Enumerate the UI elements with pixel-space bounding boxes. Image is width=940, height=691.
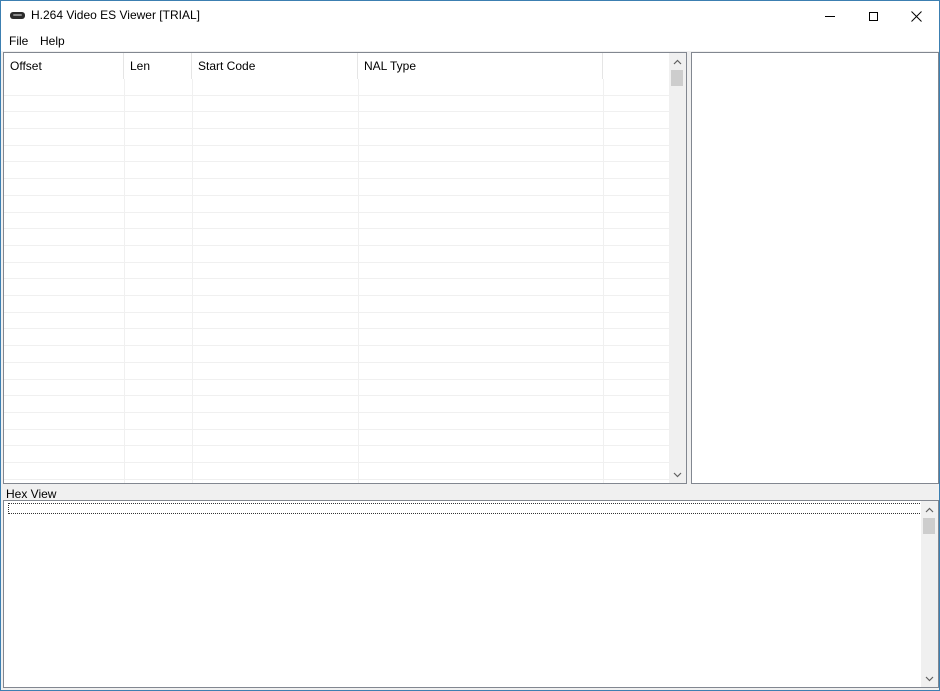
empty-list-row	[4, 380, 669, 397]
maximize-icon	[868, 11, 878, 21]
app-window: H.264 Video ES Viewer [TRIAL] File Help …	[0, 0, 940, 691]
empty-list-row	[4, 330, 669, 347]
maximize-button[interactable]	[850, 1, 896, 31]
hex-scroll-down-button[interactable]	[921, 670, 938, 687]
empty-list-row	[4, 79, 669, 96]
column-header-filler	[603, 53, 669, 79]
empty-list-row	[4, 179, 669, 196]
detail-pane[interactable]	[691, 52, 939, 484]
empty-list-row	[4, 446, 669, 464]
close-icon	[910, 10, 922, 22]
close-button[interactable]	[893, 1, 939, 31]
hex-view-line[interactable]	[8, 503, 922, 514]
hex-vertical-scrollbar[interactable]	[921, 501, 938, 687]
empty-list-row	[4, 129, 669, 146]
empty-list-row	[4, 279, 669, 297]
scroll-down-button[interactable]	[669, 466, 686, 483]
window-title: H.264 Video ES Viewer [TRIAL]	[31, 8, 200, 22]
empty-list-row	[4, 396, 669, 413]
empty-list-row	[4, 430, 669, 447]
empty-list-row	[4, 146, 669, 163]
column-header-start-code[interactable]: Start Code	[192, 53, 358, 79]
chevron-up-icon	[673, 59, 682, 64]
empty-list-row	[4, 413, 669, 430]
title-bar[interactable]: H.264 Video ES Viewer [TRIAL]	[1, 1, 939, 31]
minimize-button[interactable]	[807, 1, 853, 31]
menu-file[interactable]: File	[9, 34, 28, 48]
empty-list-row	[4, 313, 669, 330]
app-icon	[10, 12, 25, 19]
empty-list-row	[4, 229, 669, 246]
minimize-icon	[825, 15, 835, 17]
column-header-nal-type[interactable]: NAL Type	[358, 53, 603, 79]
grid-column-line	[358, 79, 359, 483]
menu-help[interactable]: Help	[40, 34, 65, 48]
column-header-offset[interactable]: Offset	[4, 53, 124, 79]
grid-column-line	[124, 79, 125, 483]
empty-list-row	[4, 463, 669, 480]
grid-column-line	[603, 79, 604, 483]
chevron-down-icon	[925, 676, 934, 681]
chevron-up-icon	[925, 507, 934, 512]
scroll-up-button[interactable]	[669, 53, 686, 70]
hex-view-label: Hex View	[6, 487, 57, 501]
hex-scroll-up-button[interactable]	[921, 501, 938, 518]
empty-list-row	[4, 163, 669, 180]
menu-bar: File Help	[1, 31, 939, 51]
hex-scroll-thumb[interactable]	[923, 518, 935, 534]
empty-list-row	[4, 263, 669, 280]
empty-list-row	[4, 96, 669, 113]
scroll-thumb[interactable]	[671, 70, 683, 86]
list-vertical-scrollbar[interactable]	[669, 53, 686, 483]
empty-list-row	[4, 363, 669, 380]
hex-view-pane[interactable]	[3, 500, 939, 688]
empty-list-row	[4, 346, 669, 363]
chevron-down-icon	[673, 472, 682, 477]
empty-list-row	[4, 246, 669, 263]
column-header-len[interactable]: Len	[124, 53, 192, 79]
empty-list-row	[4, 112, 669, 130]
empty-list-row	[4, 196, 669, 213]
empty-list-row	[4, 213, 669, 230]
grid-column-line	[192, 79, 193, 483]
nal-list-view[interactable]: Offset Len Start Code NAL Type	[3, 52, 687, 484]
empty-list-row	[4, 296, 669, 313]
